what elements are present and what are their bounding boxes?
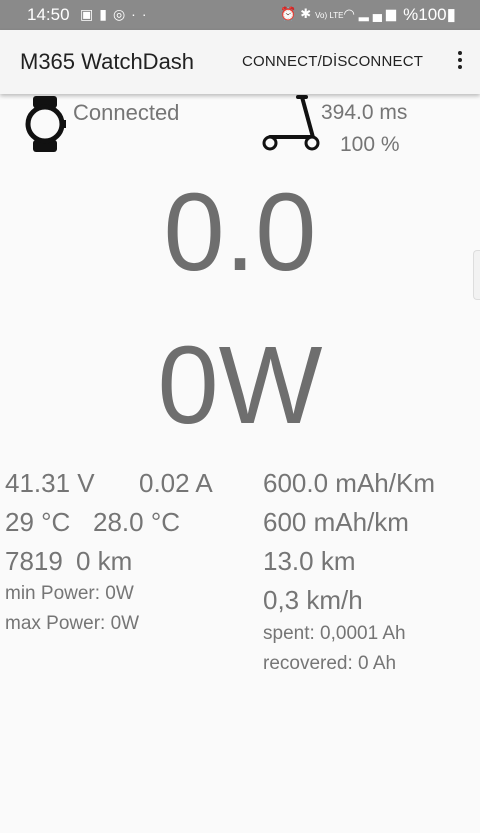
volte-icon: Vo) LTE [315, 11, 344, 20]
whatsapp-icon: ◎ [112, 6, 132, 22]
temperature-1: 29 °C [5, 507, 71, 537]
gallery-icon: ▣ [80, 6, 100, 22]
current-value: 0.02 A [139, 468, 213, 498]
consumption-avg: 600.0 mAh/Km [263, 468, 435, 498]
energy-recovered: recovered: 0 Ah [263, 653, 397, 674]
connect-disconnect-button[interactable]: CONNECT/DİSCONNECT [242, 53, 423, 70]
more-dots-icon: ·· [131, 6, 153, 22]
wifi-icon: ◠ [343, 6, 359, 21]
status-bar: 14:50 ▣▮◎·· ⏰✱Vo) LTE◠▂▄▆ %100▮ [0, 0, 480, 30]
min-power: min Power: 0W [5, 583, 134, 604]
battery-icon: ▮ [446, 5, 456, 24]
odometer-value: 7819 [5, 546, 63, 576]
temperature-2: 28.0 °C [93, 507, 181, 537]
status-right-icons: ⏰✱Vo) LTE◠▂▄▆ [280, 6, 400, 22]
app-title: M365 WatchDash [20, 49, 195, 74]
bluetooth-icon: ✱ [300, 6, 316, 21]
range-estimate: 13.0 km [263, 546, 356, 576]
consumption-current: 600 mAh/km [263, 507, 409, 537]
scooter-latency: 394.0 ms [321, 101, 408, 124]
alarm-icon: ⏰ [280, 6, 301, 21]
watch-connection-status: Connected [73, 100, 180, 125]
energy-spent: spent: 0,0001 Ah [263, 623, 406, 644]
max-power: max Power: 0W [5, 613, 140, 634]
scooter-icon [262, 95, 320, 151]
power-display: 0W [157, 324, 323, 447]
watch-icon [25, 96, 66, 152]
scooter-battery: 100 % [340, 133, 400, 156]
signal-icon: ▂▄▆ [358, 6, 400, 21]
average-speed: 0,3 km/h [263, 585, 363, 615]
app-bar: M365 WatchDash CONNECT/DİSCONNECT [0, 30, 480, 94]
overflow-menu-icon[interactable] [454, 48, 466, 76]
status-left-icons: ▣▮◎·· [80, 6, 153, 23]
watch-app-icon: ▮ [99, 6, 113, 22]
status-time: 14:50 [27, 5, 70, 24]
battery-label: %100 [403, 5, 447, 24]
voltage-value: 41.31 V [5, 468, 95, 498]
trip-distance: 0 km [76, 546, 133, 576]
edge-panel-handle[interactable] [473, 250, 480, 300]
speed-display: 0.0 [163, 171, 317, 294]
status-battery: %100▮ [403, 5, 456, 25]
